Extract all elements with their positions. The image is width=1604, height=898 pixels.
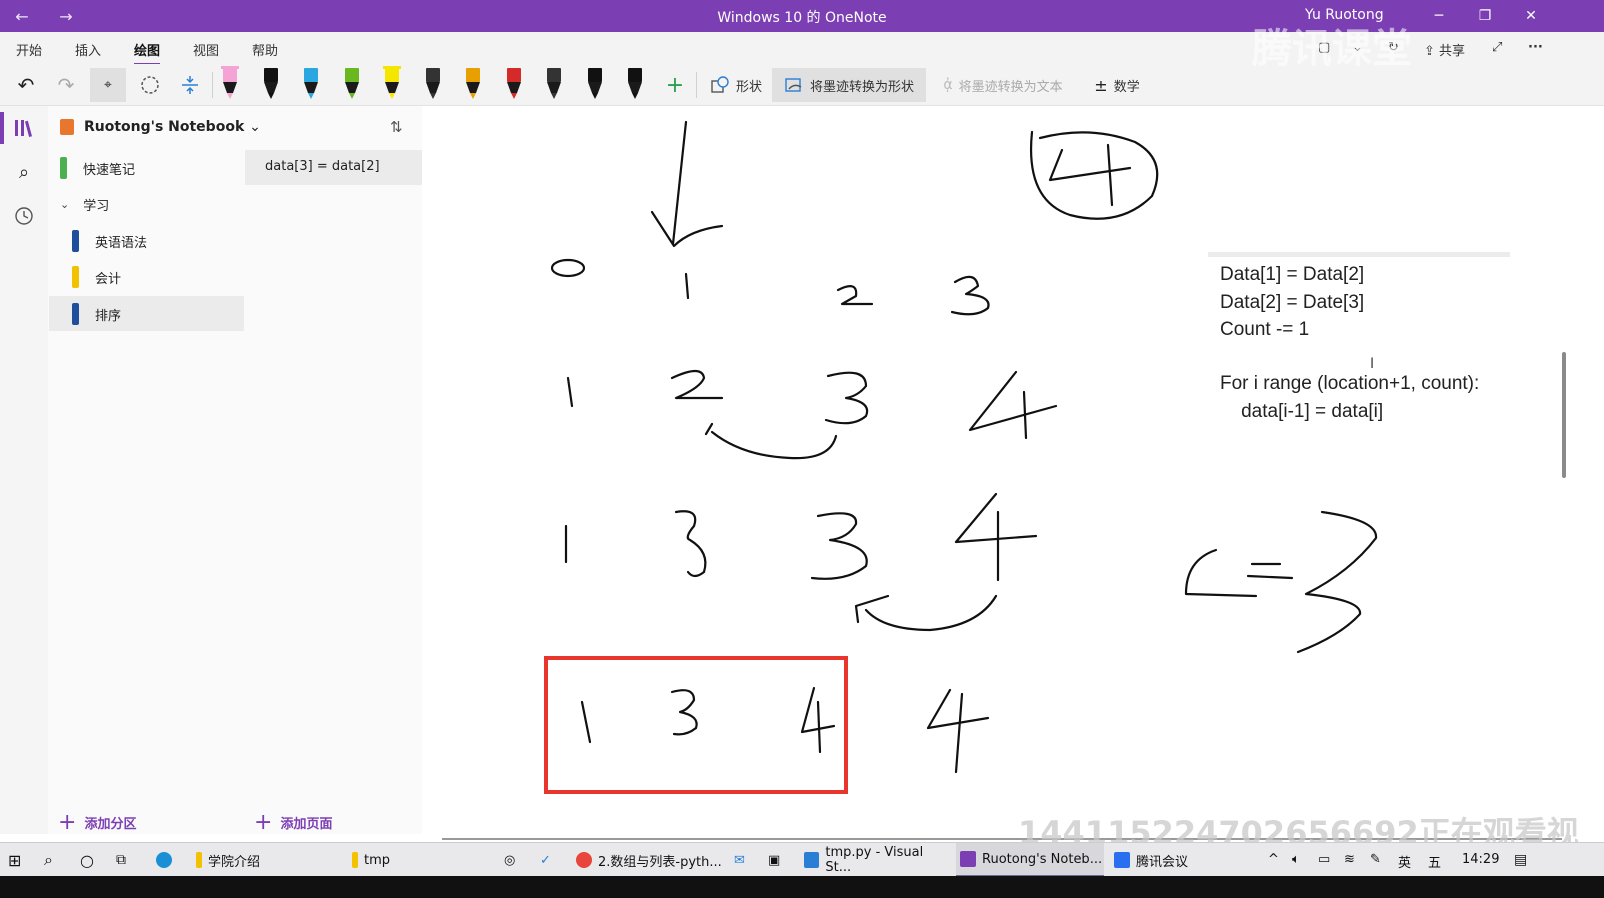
- ink-digit-3: [670, 689, 698, 736]
- ink-digit-3: [674, 510, 707, 578]
- chevron-up-icon[interactable]: ^: [1268, 852, 1279, 867]
- taskbar-item-vscode[interactable]: tmp.py - Visual St...: [804, 843, 948, 877]
- code-line: Data[1] = Data[2]: [1220, 264, 1365, 285]
- ink-arrow: [650, 120, 724, 248]
- ink-digit-4: [968, 370, 1058, 440]
- ink-digit-0: [550, 258, 586, 278]
- taskbar-item-label: 腾讯会议: [1136, 854, 1189, 870]
- taskbar: ⊞ ⌕ ○ ⧉ 学院介绍 tmp ◎ ✓ 2.数组与列表-pyth... ✉ ▣…: [0, 842, 1604, 877]
- ime-mode[interactable]: 五: [1428, 852, 1441, 871]
- taskbar-item-folder[interactable]: tmp: [352, 843, 492, 877]
- code-line: For i range (location+1, count):: [1220, 373, 1480, 394]
- code-line: data[i-1] = data[i]: [1220, 401, 1384, 422]
- ink-circled-four: [1030, 130, 1159, 220]
- ink-digit-3: [810, 512, 868, 580]
- cortana-icon[interactable]: ○: [80, 843, 102, 877]
- ink-less-than: [1184, 548, 1258, 598]
- volume-icon[interactable]: 🔈︎: [1292, 852, 1300, 867]
- taskbar-item-label: tmp: [364, 852, 391, 868]
- ink-digit-4: [800, 686, 836, 754]
- bottom-strip: [0, 876, 1604, 898]
- ink-digit-4: [926, 688, 990, 774]
- folder-icon: [352, 852, 358, 868]
- ink-digit-2: [670, 369, 724, 400]
- note-container-handle[interactable]: [1208, 252, 1510, 257]
- taskbar-item-chrome[interactable]: 2.数组与列表-pyth...: [576, 843, 724, 877]
- watermark-logo: 腾讯课堂: [1252, 26, 1412, 72]
- ink-digit-3: [1296, 510, 1378, 654]
- vscode-icon: [804, 852, 820, 868]
- app-icon[interactable]: ◎: [504, 843, 526, 877]
- store-icon[interactable]: ▣: [768, 843, 790, 877]
- ink-equals: [1246, 562, 1294, 580]
- ink-arc: [854, 594, 998, 632]
- taskbar-item-label: Ruotong's Noteb...: [982, 851, 1103, 867]
- ink-digit-1: [684, 272, 690, 300]
- task-view-icon[interactable]: ⧉: [116, 843, 138, 877]
- code-line: Count -= 1: [1220, 319, 1310, 340]
- taskbar-item-label: 2.数组与列表-pyth...: [598, 854, 722, 870]
- edge-icon[interactable]: [156, 843, 178, 877]
- ink-digit-4: [954, 492, 1038, 582]
- ink-digit-3: [950, 275, 990, 316]
- onenote-icon: [960, 851, 976, 867]
- chrome-icon: [576, 852, 592, 868]
- mail-icon[interactable]: ✉: [734, 843, 756, 877]
- code-note-container[interactable]: Data[1] = Data[2] Data[2] = Date[3] Coun…: [1208, 252, 1510, 432]
- ime-language[interactable]: 英: [1398, 852, 1411, 871]
- ink-arc: [704, 422, 838, 460]
- taskbar-item-meeting[interactable]: 腾讯会议: [1114, 843, 1214, 877]
- battery-icon[interactable]: ▭: [1318, 852, 1330, 867]
- taskbar-item-label: tmp.py - Visual St...: [825, 845, 924, 875]
- taskbar-item-onenote[interactable]: Ruotong's Noteb...: [956, 843, 1104, 877]
- ink-layer: [544, 120, 1378, 794]
- ink-digit-1: [566, 376, 574, 408]
- notification-icon[interactable]: ▤: [1514, 852, 1527, 868]
- ink-digit-3: [824, 371, 869, 425]
- search-icon[interactable]: ⌕: [44, 843, 66, 877]
- ink-digit-1: [580, 700, 592, 744]
- checkmark-app-icon[interactable]: ✓: [540, 843, 562, 877]
- scrollbar-thumb[interactable]: [1562, 352, 1566, 478]
- taskbar-item-label: 学院介绍: [208, 854, 261, 870]
- onenote-window: ← → Windows 10 的 OneNote Yu Ruotong ─ ❐ …: [0, 0, 1604, 898]
- code-line: Data[2] = Date[3]: [1220, 292, 1365, 313]
- clock[interactable]: 14:29: [1462, 852, 1499, 867]
- folder-icon: [196, 852, 202, 868]
- pen-icon[interactable]: ✎: [1370, 852, 1381, 867]
- text-cursor-icon: I: [1370, 356, 1375, 372]
- taskbar-item-folder[interactable]: 学院介绍: [196, 843, 336, 877]
- tencent-meeting-icon: [1114, 852, 1130, 868]
- wifi-icon[interactable]: ≋: [1344, 852, 1355, 867]
- windows-start-icon[interactable]: ⊞: [8, 843, 30, 877]
- ink-digit-2: [836, 285, 874, 306]
